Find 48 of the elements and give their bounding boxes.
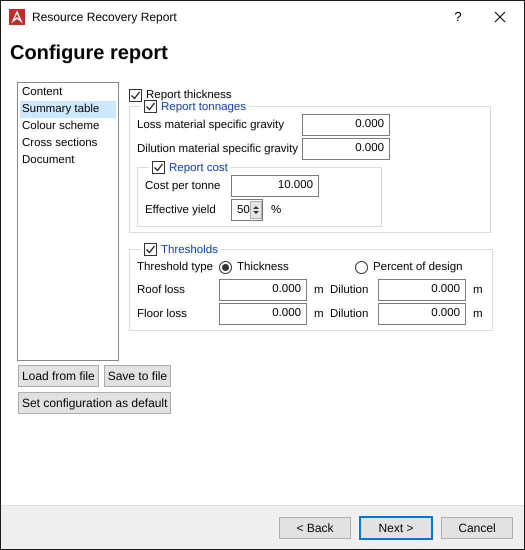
section-item[interactable]: Colour scheme xyxy=(20,118,116,135)
field-label: Effective yield xyxy=(145,204,217,216)
page-heading: Configure report xyxy=(10,42,169,66)
field-label: Dilution xyxy=(330,284,370,296)
checkbox[interactable] xyxy=(152,161,165,174)
help-button[interactable]: ? xyxy=(436,9,480,24)
unit-label: % xyxy=(271,204,282,216)
field-label: Dilution xyxy=(330,308,370,320)
field-label: Dilution material specific gravity xyxy=(137,143,300,155)
wizard-button[interactable]: < Back xyxy=(279,516,351,538)
spin-field[interactable]: 50 xyxy=(231,199,263,221)
input-field[interactable]: 0.000 xyxy=(302,138,390,160)
group-title: Thresholds xyxy=(161,244,218,256)
file-button[interactable]: Load from file xyxy=(18,365,99,387)
checkbox[interactable] xyxy=(144,243,157,256)
input-field[interactable]: 0.000 xyxy=(378,279,466,301)
input-field[interactable]: 10.000 xyxy=(231,175,319,197)
radio-option[interactable]: Thickness xyxy=(219,256,355,278)
wizard-button[interactable]: Cancel xyxy=(441,516,513,538)
group-title: Report cost xyxy=(169,162,228,174)
checkbox[interactable] xyxy=(144,100,157,113)
field-label: Threshold type xyxy=(137,261,214,273)
field-label: Cost per tonne xyxy=(145,180,222,192)
close-icon[interactable] xyxy=(494,10,506,22)
section-item[interactable]: Cross sections xyxy=(20,135,116,152)
group-title: Report tonnages xyxy=(161,100,246,112)
section-item[interactable]: Document xyxy=(20,152,116,169)
radio-option[interactable]: Percent of design xyxy=(355,256,463,278)
unit-label: m xyxy=(313,284,325,296)
input-field[interactable]: 0.000 xyxy=(378,303,466,325)
checkbox[interactable] xyxy=(129,88,142,102)
section-item[interactable]: Summary table xyxy=(20,101,116,118)
file-button[interactable]: Save to file xyxy=(104,365,172,387)
input-field[interactable]: 0.000 xyxy=(219,303,307,325)
unit-label: m xyxy=(313,308,325,320)
field-label: Roof loss xyxy=(137,284,186,296)
unit-label: m xyxy=(472,284,483,296)
app-logo-icon xyxy=(9,8,25,24)
field-label: Floor loss xyxy=(137,308,188,320)
wizard-button[interactable]: Next > xyxy=(360,516,432,538)
set-default-button[interactable]: Set configuration as default xyxy=(18,392,172,414)
unit-label: m xyxy=(472,308,483,320)
input-field[interactable]: 0.000 xyxy=(219,279,307,301)
input-field[interactable]: 0.000 xyxy=(302,114,390,136)
checkbox-label: Report thickness xyxy=(146,89,232,101)
section-item[interactable]: Content xyxy=(20,84,116,101)
window-title: Resource Recovery Report xyxy=(32,10,178,24)
field-label: Loss material specific gravity xyxy=(137,119,285,131)
